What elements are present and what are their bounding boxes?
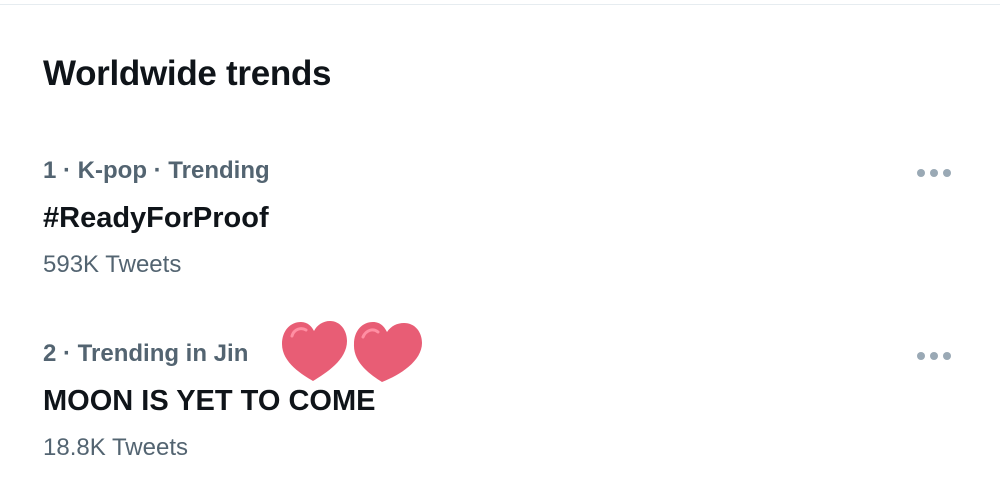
- section-title: Worldwide trends: [43, 54, 332, 93]
- trend-item[interactable]: 1 · K-pop · Trending #ReadyForProof 593K…: [0, 150, 1000, 300]
- more-options-button[interactable]: [908, 343, 960, 369]
- more-horizontal-icon: [917, 352, 951, 360]
- tweet-count: 593K Tweets: [43, 251, 182, 278]
- trend-name[interactable]: MOON IS YET TO COME: [43, 382, 375, 420]
- trend-meta: 2 · Trending in Jin: [43, 340, 249, 367]
- more-options-button[interactable]: [908, 160, 960, 186]
- hearts-sticker: [282, 321, 422, 382]
- heart-icon: [353, 322, 422, 382]
- top-divider: [0, 4, 1000, 5]
- more-horizontal-icon: [917, 169, 951, 177]
- trend-item[interactable]: 2 · Trending in Jin MOON IS YET TO COME …: [0, 333, 1000, 483]
- trend-name[interactable]: #ReadyForProof: [43, 199, 269, 237]
- trend-meta: 1 · K-pop · Trending: [43, 157, 270, 184]
- tweet-count: 18.8K Tweets: [43, 434, 188, 461]
- heart-icon: [282, 321, 347, 381]
